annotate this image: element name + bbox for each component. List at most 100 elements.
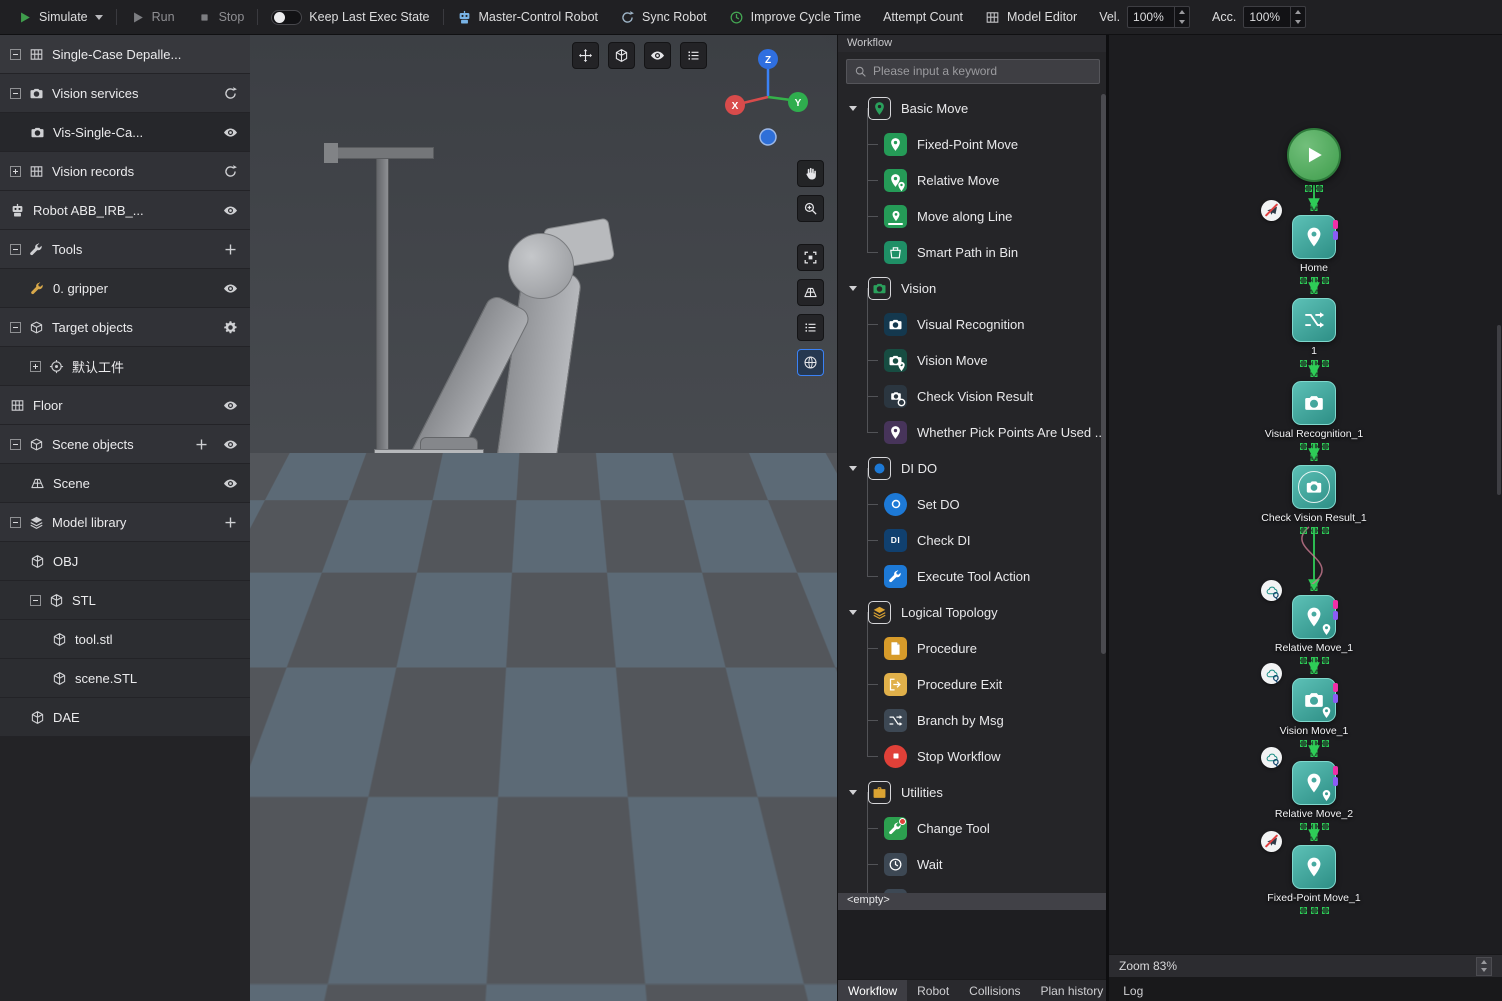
master-control-robot-button[interactable]: Master-Control Robot: [446, 0, 610, 34]
sync-robot-button[interactable]: Sync Robot: [609, 0, 718, 34]
graph-node-relative-move-2[interactable]: Relative Move_2: [1239, 761, 1389, 830]
chevron-down-icon[interactable]: [95, 15, 103, 20]
workflow-item-move-along-line[interactable]: Move along Line: [838, 198, 1108, 234]
caret-down-icon[interactable]: [848, 463, 858, 473]
velocity-spinner[interactable]: [1127, 6, 1190, 28]
workflow-item-set-do[interactable]: Set DO: [838, 486, 1108, 522]
acc-down-button[interactable]: [1291, 17, 1305, 27]
tab-collisions[interactable]: Collisions: [959, 980, 1030, 1001]
workflow-search[interactable]: [846, 59, 1100, 84]
collapse-toggle[interactable]: [10, 88, 21, 99]
workflow-group-basic-move[interactable]: Basic Move: [838, 90, 1108, 126]
graph-node-branch-1[interactable]: 1: [1239, 298, 1389, 367]
eye-icon[interactable]: [223, 125, 238, 140]
orientation-gizmo[interactable]: Z X Y: [718, 45, 818, 150]
ground-view-button[interactable]: [797, 279, 824, 306]
caret-down-icon[interactable]: [848, 283, 858, 293]
scene-list-button[interactable]: [797, 314, 824, 341]
3d-viewport[interactable]: Z X Y ?: [250, 35, 837, 1001]
scroll-stepper[interactable]: [1476, 957, 1492, 976]
eye-icon[interactable]: [223, 476, 238, 491]
graph-node-relative-move-1[interactable]: Relative Move_1: [1239, 595, 1389, 664]
vel-down-button[interactable]: [1175, 17, 1189, 27]
acc-up-button[interactable]: [1291, 7, 1305, 17]
graph-scrollbar[interactable]: [1497, 325, 1501, 495]
attempt-count-button[interactable]: Attempt Count: [872, 0, 974, 34]
sidebar-item-obj[interactable]: OBJ: [0, 542, 250, 581]
sidebar-collapse-handle[interactable]: [254, 485, 264, 533]
stop-button[interactable]: Stop: [186, 0, 256, 34]
acceleration-spinner[interactable]: [1243, 6, 1306, 28]
workflow-item-check-di[interactable]: DI Check DI: [838, 522, 1108, 558]
workflow-item-whether-pick-points-used[interactable]: Whether Pick Points Are Used ...: [838, 414, 1108, 450]
sidebar-item-target-objects[interactable]: Target objects: [0, 308, 250, 347]
workflow-group-vision[interactable]: Vision: [838, 270, 1108, 306]
workflow-group-di-do[interactable]: DI DO: [838, 450, 1108, 486]
sidebar-item-vision-services[interactable]: Vision services: [0, 74, 250, 113]
sidebar-item-floor[interactable]: Floor: [0, 386, 250, 425]
sidebar-item-dae[interactable]: DAE: [0, 698, 250, 737]
refresh-icon[interactable]: [223, 86, 238, 101]
tab-robot[interactable]: Robot: [907, 980, 959, 1001]
sidebar-item-scene-objects[interactable]: Scene objects: [0, 425, 250, 464]
expand-toggle[interactable]: [30, 361, 41, 372]
vel-up-button[interactable]: [1175, 7, 1189, 17]
workflow-item-relative-move[interactable]: Relative Move: [838, 162, 1108, 198]
workflow-item-execute-tool-action[interactable]: Execute Tool Action: [838, 558, 1108, 594]
pan-tool-button[interactable]: [797, 160, 824, 187]
model-view-button[interactable]: [608, 42, 635, 69]
workflow-graph-canvas[interactable]: Home 1 Visual Recognition_1 Check Vision…: [1109, 35, 1502, 1001]
transform-tool-button[interactable]: [572, 42, 599, 69]
sidebar-item-vision-records[interactable]: Vision records: [0, 152, 250, 191]
add-icon[interactable]: [223, 242, 238, 257]
tab-plan-history[interactable]: Plan history: [1031, 980, 1114, 1001]
graph-node-home[interactable]: Home: [1239, 215, 1389, 284]
sidebar-item-scene-stl[interactable]: scene.STL: [0, 659, 250, 698]
sidebar-item-scene[interactable]: Scene: [0, 464, 250, 503]
graph-node-check-vision-result-1[interactable]: Check Vision Result_1: [1239, 465, 1389, 534]
workflow-item-fixed-point-move[interactable]: Fixed-Point Move: [838, 126, 1108, 162]
workflow-item-counter[interactable]: Counter: [838, 882, 1108, 893]
zoom-tool-button[interactable]: [797, 195, 824, 222]
sidebar-item-robot[interactable]: Robot ABB_IRB_...: [0, 191, 250, 230]
keep-last-exec-toggle[interactable]: Keep Last Exec State: [260, 0, 440, 34]
help-button[interactable]: ?: [798, 966, 824, 992]
expand-toggle[interactable]: [10, 166, 21, 177]
panel-splitter[interactable]: [1106, 35, 1109, 1001]
sidebar-item-project[interactable]: Single-Case Depalle...: [0, 35, 250, 74]
workflow-item-branch-by-msg[interactable]: Branch by Msg: [838, 702, 1108, 738]
workflow-item-vision-move[interactable]: Vision Move: [838, 342, 1108, 378]
collapse-toggle[interactable]: [30, 595, 41, 606]
collapse-toggle[interactable]: [10, 244, 21, 255]
sidebar-item-tools[interactable]: Tools: [0, 230, 250, 269]
collapse-toggle[interactable]: [10, 517, 21, 528]
graph-play-button[interactable]: [1287, 128, 1341, 182]
collapse-toggle[interactable]: [10, 322, 21, 333]
sidebar-item-default-workpiece[interactable]: 默认工件: [0, 347, 250, 386]
sidebar-item-gripper[interactable]: 0. gripper: [0, 269, 250, 308]
caret-down-icon[interactable]: [848, 607, 858, 617]
search-input[interactable]: [873, 64, 1092, 78]
workflow-item-stop-workflow[interactable]: Stop Workflow: [838, 738, 1108, 774]
toggle-switch[interactable]: [271, 10, 302, 25]
velocity-input[interactable]: [1128, 7, 1174, 27]
workflow-item-procedure[interactable]: Procedure: [838, 630, 1108, 666]
collapse-toggle[interactable]: [10, 49, 21, 60]
workflow-group-logical-topology[interactable]: Logical Topology: [838, 594, 1108, 630]
caret-down-icon[interactable]: [848, 787, 858, 797]
display-list-button[interactable]: [680, 42, 707, 69]
workflow-group-utilities[interactable]: Utilities: [838, 774, 1108, 810]
graph-node-visual-recognition-1[interactable]: Visual Recognition_1: [1239, 381, 1389, 450]
workflow-item-wait[interactable]: Wait: [838, 846, 1108, 882]
graph-node-fixed-point-move-1[interactable]: Fixed-Point Move_1: [1239, 845, 1389, 914]
eye-icon[interactable]: [223, 437, 238, 452]
refresh-icon[interactable]: [223, 164, 238, 179]
run-button[interactable]: Run: [119, 0, 186, 34]
simulate-button[interactable]: Simulate: [6, 0, 114, 34]
add-icon[interactable]: [223, 515, 238, 530]
model-editor-button[interactable]: Model Editor: [974, 0, 1088, 34]
workflow-item-change-tool[interactable]: Change Tool: [838, 810, 1108, 846]
add-icon[interactable]: [194, 437, 209, 452]
gear-icon[interactable]: [223, 320, 238, 335]
tab-workflow[interactable]: Workflow: [838, 980, 907, 1001]
